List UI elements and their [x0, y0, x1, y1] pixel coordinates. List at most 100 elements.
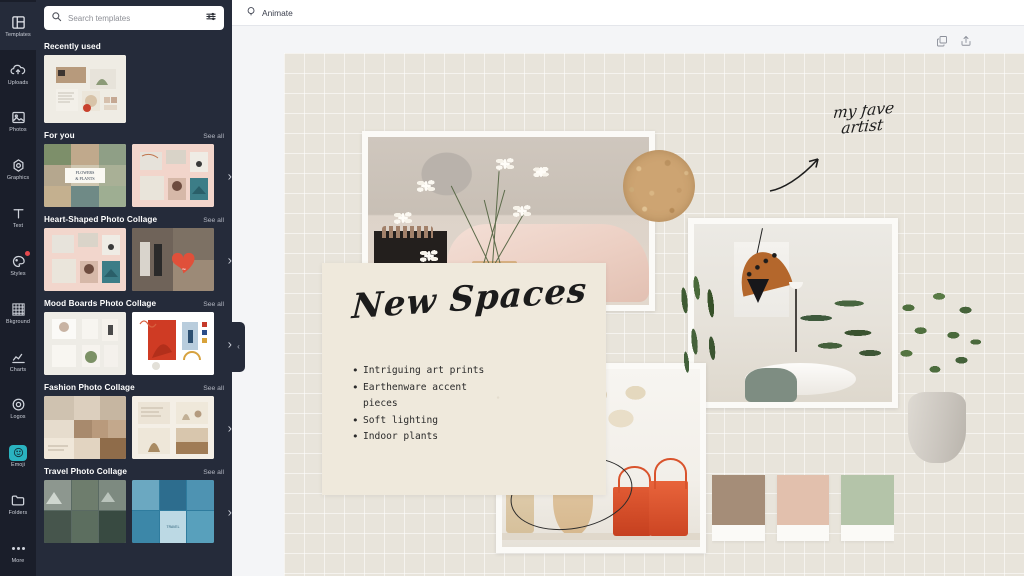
- swatch-chip: [841, 475, 894, 525]
- swatch-chip: [776, 475, 830, 525]
- rail-item-charts[interactable]: Charts: [0, 337, 36, 385]
- thumb-row-for-you: FLOWERS & PLANTS ›: [44, 144, 232, 207]
- template-thumb[interactable]: the: [132, 228, 214, 291]
- templates-icon: [10, 14, 27, 31]
- rail-label-templates: Templates: [5, 31, 31, 38]
- animate-button[interactable]: Animate: [240, 3, 299, 22]
- animate-label: Animate: [262, 7, 293, 18]
- section-title: For you: [44, 131, 75, 140]
- editor-area: Animate New Spaces • Intriguing art prin…: [232, 0, 1024, 576]
- rail-label-text: Text: [12, 223, 24, 230]
- filter-sliders-icon[interactable]: [205, 9, 217, 27]
- svg-text:TRAVEL: TRAVEL: [167, 525, 180, 529]
- share-export-icon[interactable]: [960, 34, 972, 52]
- rail-label-more: More: [11, 557, 25, 564]
- section-title: Recently used: [44, 42, 101, 51]
- canvas-title: New Spaces: [350, 270, 589, 328]
- search-area: [36, 0, 232, 34]
- canvas-plant-right[interactable]: [882, 285, 992, 463]
- canva-editor-window: Templates Uploads Photos Graphics Text S…: [0, 0, 1024, 576]
- upload-cloud-icon: [10, 62, 27, 79]
- section-title: Fashion Photo Collage: [44, 383, 135, 392]
- rail-label-charts: Charts: [9, 366, 27, 373]
- photo-icon: [10, 109, 27, 126]
- rail-label-photos: Photos: [9, 127, 27, 134]
- see-all-link[interactable]: See all: [203, 385, 224, 392]
- see-all-link[interactable]: See all: [203, 301, 224, 308]
- blush-swatch[interactable]: [776, 475, 830, 541]
- duplicate-icon[interactable]: [936, 34, 948, 52]
- template-thumb[interactable]: [132, 312, 214, 375]
- chart-line-icon: [10, 349, 27, 366]
- search-bar[interactable]: [44, 6, 224, 30]
- template-thumb[interactable]: [44, 480, 126, 543]
- section-title: Travel Photo Collage: [44, 467, 127, 476]
- rail-item-more[interactable]: More: [0, 528, 36, 576]
- section-header-mood-boards: Mood Boards Photo Collage See all: [44, 299, 224, 308]
- carousel-next-arrow[interactable]: ›: [228, 253, 232, 266]
- rail-item-styles[interactable]: Styles: [0, 241, 36, 289]
- rail-label-graphics: Graphics: [6, 175, 30, 182]
- design-canvas[interactable]: New Spaces Intriguing art prints Earthen…: [284, 53, 1024, 576]
- carousel-next-arrow[interactable]: ›: [228, 169, 232, 182]
- rail-label-uploads: Uploads: [7, 79, 29, 86]
- svg-text:FLOWERS: FLOWERS: [76, 170, 95, 175]
- rail-item-text[interactable]: Text: [0, 193, 36, 241]
- rail-label-styles: Styles: [10, 270, 26, 277]
- section-header-heart-shaped: Heart-Shaped Photo Collage See all: [44, 215, 224, 224]
- rail-item-graphics[interactable]: Graphics: [0, 145, 36, 193]
- template-thumb[interactable]: [44, 396, 126, 459]
- section-title: Heart-Shaped Photo Collage: [44, 215, 158, 224]
- panel-collapse-handle[interactable]: ‹: [232, 322, 245, 372]
- template-thumb[interactable]: FLOWERS & PLANTS: [44, 144, 126, 207]
- design-stage[interactable]: New Spaces Intriguing art prints Earthen…: [232, 26, 1024, 576]
- sage-swatch[interactable]: [841, 475, 894, 541]
- see-all-link[interactable]: See all: [203, 469, 224, 476]
- template-thumb[interactable]: [44, 228, 126, 291]
- thumb-row-travel: TRAVEL ›: [44, 480, 232, 543]
- swatch-chip: [712, 475, 765, 525]
- canvas-cork-circle[interactable]: [623, 150, 695, 222]
- thumb-row-fashion: ›: [44, 396, 232, 459]
- rail-item-photos[interactable]: Photos: [0, 98, 36, 146]
- rail-label-logos: Logos: [10, 414, 26, 421]
- section-header-fashion: Fashion Photo Collage See all: [44, 383, 224, 392]
- template-thumb[interactable]: [132, 144, 214, 207]
- text-t-icon: [10, 205, 27, 222]
- template-thumb[interactable]: [44, 55, 126, 123]
- canvas-plant-left[interactable]: [674, 268, 730, 408]
- svg-text:& PLANTS: & PLANTS: [75, 176, 94, 181]
- section-header-for-you: For you See all: [44, 131, 224, 140]
- carousel-next-arrow[interactable]: ›: [228, 505, 232, 518]
- styles-notification-badge: [24, 250, 30, 256]
- rail-item-logos[interactable]: Logos: [0, 385, 36, 433]
- template-thumb[interactable]: [44, 312, 126, 375]
- rail-item-folders[interactable]: Folders: [0, 480, 36, 528]
- see-all-link[interactable]: See all: [203, 133, 224, 140]
- search-input[interactable]: [68, 13, 199, 23]
- section-header-recently-used: Recently used: [44, 42, 224, 51]
- list-item: Indoor plants: [352, 428, 492, 446]
- emoji-icon: [9, 444, 27, 461]
- stage-toolbar: [936, 34, 972, 52]
- templates-scroll-area[interactable]: Recently used For you See all FLOWERS & …: [36, 34, 232, 576]
- section-header-travel: Travel Photo Collage See all: [44, 467, 224, 476]
- rail-item-templates[interactable]: Templates: [0, 2, 36, 50]
- rail-label-folders: Folders: [8, 509, 28, 516]
- search-icon: [51, 9, 62, 27]
- canvas-handwritten-note[interactable]: my fave artist: [834, 105, 944, 167]
- canvas-bullet-list: Intriguing art prints Earthenware accent…: [352, 362, 590, 446]
- rail-item-emoji[interactable]: Emoji: [0, 432, 36, 480]
- folder-icon: [10, 492, 27, 509]
- rail-item-uploads[interactable]: Uploads: [0, 50, 36, 98]
- rail-item-background[interactable]: Bkground: [0, 289, 36, 337]
- see-all-link[interactable]: See all: [203, 217, 224, 224]
- template-thumb[interactable]: [132, 396, 214, 459]
- carousel-next-arrow[interactable]: ›: [228, 421, 232, 434]
- canvas-color-swatches: [712, 475, 894, 547]
- taupe-swatch[interactable]: [712, 475, 765, 541]
- rail-label-background: Bkground: [6, 318, 30, 325]
- thumb-row-mood-boards: ›: [44, 312, 232, 375]
- canvas-text-card[interactable]: New Spaces Intriguing art prints Earthen…: [322, 263, 606, 495]
- template-thumb[interactable]: TRAVEL: [132, 480, 214, 543]
